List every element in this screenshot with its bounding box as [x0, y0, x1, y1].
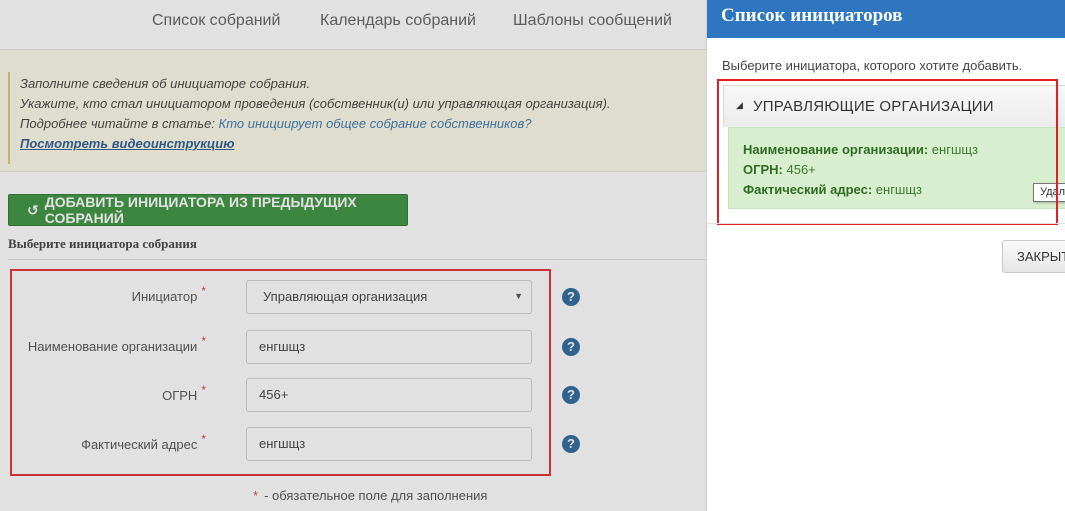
initiators-modal: Список инициаторов Выберите инициатора, …: [706, 0, 1065, 511]
modal-subtitle: Выберите инициатора, которого хотите доб…: [722, 58, 1023, 73]
modal-header: Список инициаторов: [707, 0, 1065, 38]
main-page: Список собраний Календарь собраний Шабло…: [0, 0, 706, 511]
close-button[interactable]: ЗАКРЫТЬ: [1002, 240, 1065, 273]
modal-backdrop[interactable]: [0, 0, 706, 511]
modal-title: Список инициаторов: [721, 5, 903, 26]
highlight-frame-list: [717, 79, 1058, 225]
modal-divider: [707, 223, 1065, 224]
